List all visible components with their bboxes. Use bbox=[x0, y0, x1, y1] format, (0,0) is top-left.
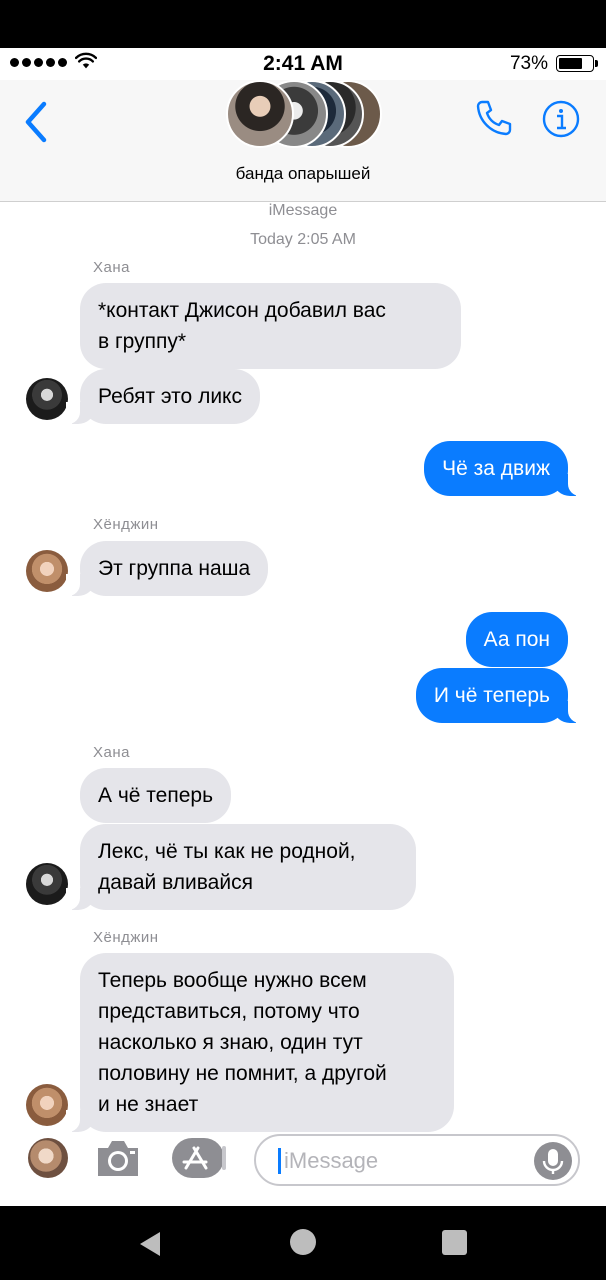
message-placeholder: iMessage bbox=[284, 1148, 379, 1173]
avatar[interactable] bbox=[26, 863, 68, 905]
avatar[interactable] bbox=[26, 1084, 68, 1126]
conversation-header: банда опарышей bbox=[0, 80, 606, 202]
microphone-icon bbox=[542, 1149, 564, 1174]
nav-home-icon[interactable] bbox=[290, 1229, 316, 1255]
info-icon[interactable] bbox=[542, 100, 580, 138]
composer-bar: iMessage bbox=[0, 1134, 606, 1206]
phone-icon[interactable] bbox=[474, 98, 514, 138]
camera-icon[interactable] bbox=[94, 1136, 142, 1180]
message-bubble[interactable]: Чё за движ bbox=[424, 441, 582, 496]
message-input[interactable]: iMessage bbox=[254, 1134, 580, 1186]
thread-timestamp: Today 2:05 AM bbox=[250, 231, 356, 248]
message-bubble[interactable]: Аа пон bbox=[465, 612, 568, 667]
sender-name: Хёнджин bbox=[93, 516, 159, 533]
battery-icon bbox=[556, 55, 598, 72]
memoji-avatar[interactable] bbox=[28, 1138, 68, 1178]
messages-screen: 2:41 AM 73% банда опарышей iMessage Toda… bbox=[0, 48, 606, 1206]
service-label: iMessage bbox=[268, 202, 338, 219]
back-chevron-icon[interactable] bbox=[22, 100, 50, 144]
nav-recents-icon[interactable] bbox=[442, 1230, 467, 1255]
status-bar: 2:41 AM 73% bbox=[0, 48, 606, 80]
sender-name: Хёнджин bbox=[93, 929, 159, 946]
android-navigation-bar bbox=[0, 1206, 606, 1280]
message-bubble[interactable]: И чё теперь bbox=[415, 668, 583, 723]
message-bubble[interactable]: Эт группа наша bbox=[65, 541, 269, 596]
nav-back-icon[interactable] bbox=[138, 1230, 162, 1258]
message-bubble[interactable]: *контакт Джисон добавил вас в группу* bbox=[80, 283, 461, 369]
avatar[interactable] bbox=[26, 550, 68, 592]
app-store-icon[interactable] bbox=[172, 1138, 228, 1178]
message-bubble[interactable]: Теперь вообще нужно всем представиться, … bbox=[66, 953, 454, 1132]
group-avatars[interactable] bbox=[226, 80, 386, 152]
message-bubble[interactable]: А чё теперь bbox=[80, 768, 232, 823]
sender-name: Хана bbox=[93, 744, 130, 761]
message-bubble[interactable]: Ребят это ликс bbox=[66, 369, 260, 424]
sender-name: Хана bbox=[93, 259, 130, 276]
group-name[interactable]: банда опарышей bbox=[0, 164, 606, 184]
message-bubble[interactable]: Лекс, чё ты как не родной, давай вливайс… bbox=[66, 824, 416, 910]
avatar[interactable] bbox=[26, 378, 68, 420]
microphone-button[interactable] bbox=[534, 1142, 572, 1180]
battery-percent: 73% bbox=[509, 53, 548, 74]
text-cursor bbox=[278, 1148, 281, 1174]
